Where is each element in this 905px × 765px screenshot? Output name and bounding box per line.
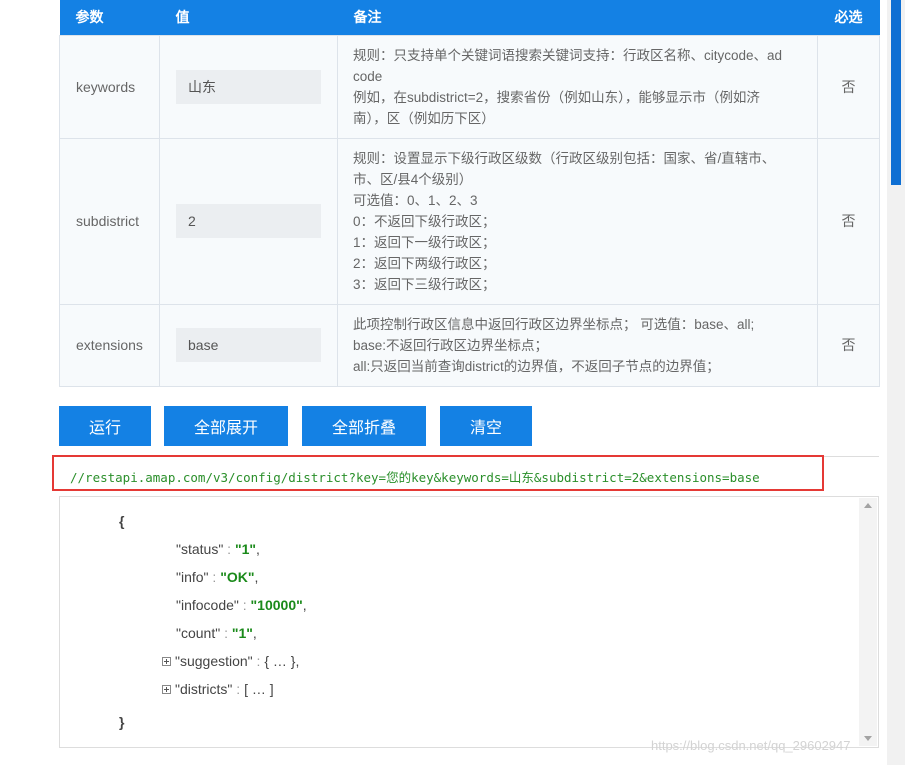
run-button[interactable]: 运行: [59, 406, 151, 446]
value-cell: [159, 137, 338, 305]
param-name: keywords: [59, 34, 160, 139]
json-collapsed-object[interactable]: { … }: [264, 653, 295, 669]
parameter-table: 参数 值 备注 必选 keywords 规则：只支持单个关键词语搜索关键词支持：…: [59, 0, 880, 387]
scroll-down-arrow-icon[interactable]: [864, 736, 872, 741]
subdistrict-input[interactable]: [176, 204, 321, 238]
json-open-brace: {: [119, 513, 125, 529]
remark-line: 可选值：0、1、2、3: [353, 192, 478, 208]
json-comma: ,: [295, 653, 300, 669]
expand-toggle-icon[interactable]: [162, 684, 171, 694]
json-colon: :: [252, 653, 265, 669]
json-value: "OK": [220, 569, 255, 585]
page-scrollbar[interactable]: [887, 0, 905, 765]
json-scrollbar[interactable]: [859, 498, 877, 746]
json-comma: ,: [254, 569, 259, 585]
value-cell: [159, 303, 338, 387]
remark-cell: 规则：只支持单个关键词语搜索关键词支持：行政区名称、citycode、ad co…: [337, 34, 818, 139]
json-comma: ,: [302, 597, 307, 613]
json-key: "suggestion": [175, 653, 253, 669]
json-key: "infocode": [176, 597, 239, 613]
expand-all-button[interactable]: 全部展开: [164, 406, 288, 446]
table-row-extensions: extensions 此项控制行政区信息中返回行政区边界坐标点； 可选值：bas…: [59, 303, 880, 387]
json-key: "info": [176, 569, 209, 585]
remark-cell: 此项控制行政区信息中返回行政区边界坐标点； 可选值：base、all; base…: [337, 303, 818, 387]
json-value: "1": [234, 541, 257, 557]
json-collapsed-array[interactable]: [ … ]: [244, 681, 274, 697]
json-close-brace: }: [119, 714, 125, 730]
remark-line: 2：返回下两级行政区；: [353, 255, 496, 271]
remark-cell: 规则：设置显示下级行政区级数（行政区级别包括：国家、省/直辖市、 市、区/县4个…: [337, 137, 818, 305]
json-field-count: "count" : "1",: [176, 625, 257, 641]
url-highlight-box: [52, 455, 824, 491]
table-header-row: 参数 值 备注 必选: [59, 0, 880, 35]
expand-toggle-icon[interactable]: [162, 656, 171, 666]
json-key: "districts": [175, 681, 233, 697]
json-field-districts: "districts" : [ … ]: [162, 681, 274, 697]
remark-line: 3：返回下三级行政区；: [353, 276, 496, 292]
json-field-info: "info" : "OK",: [176, 569, 258, 585]
json-field-suggestion: "suggestion" : { … },: [162, 653, 299, 669]
keywords-input[interactable]: [176, 69, 321, 104]
remark-line: 南），区（例如历下区）: [353, 110, 495, 126]
collapse-all-button[interactable]: 全部折叠: [302, 406, 426, 446]
json-colon: :: [208, 569, 221, 585]
json-value: "1": [231, 625, 253, 641]
param-name: subdistrict: [59, 137, 160, 305]
json-key: "status": [176, 541, 224, 557]
json-key: "count": [176, 625, 221, 641]
value-cell: [159, 34, 338, 139]
page-scrollbar-thumb[interactable]: [891, 0, 901, 185]
watermark: https://blog.csdn.net/qq_29602947: [651, 738, 851, 753]
remark-line: 规则：设置显示下级行政区级数（行政区级别包括：国家、省/直辖市、: [353, 150, 776, 166]
remark-line: 此项控制行政区信息中返回行政区边界坐标点； 可选值：base、all;: [353, 316, 755, 332]
header-param: 参数: [59, 0, 160, 35]
remark-line: 规则：只支持单个关键词语搜索关键词支持：行政区名称、citycode、ad: [353, 47, 783, 63]
json-comma: ,: [252, 625, 257, 641]
json-comma: ,: [256, 541, 260, 557]
required-cell: 否: [817, 137, 880, 305]
header-value: 值: [159, 0, 338, 35]
remark-line: 例如，在subdistrict=2，搜索省份（例如山东），能够显示市（例如济: [353, 89, 760, 105]
required-cell: 否: [817, 303, 880, 387]
table-row-subdistrict: subdistrict 规则：设置显示下级行政区级数（行政区级别包括：国家、省/…: [59, 137, 880, 305]
json-colon: :: [223, 541, 235, 557]
scroll-up-arrow-icon[interactable]: [864, 503, 872, 508]
extensions-input[interactable]: [176, 328, 321, 362]
remark-line: all:只返回当前查询district的边界值，不返回子节点的边界值；: [353, 358, 720, 374]
table-row-keywords: keywords 规则：只支持单个关键词语搜索关键词支持：行政区名称、cityc…: [59, 34, 880, 139]
json-field-status: "status" : "1",: [176, 541, 260, 557]
required-cell: 否: [817, 34, 880, 139]
json-colon: :: [238, 597, 251, 613]
json-colon: :: [232, 681, 245, 697]
remark-line: base:不返回行政区边界坐标点；: [353, 337, 549, 353]
header-required: 必选: [817, 0, 880, 35]
json-response-panel: [59, 496, 879, 748]
clear-button[interactable]: 清空: [440, 406, 532, 446]
remark-line: 0：不返回下级行政区；: [353, 213, 496, 229]
param-name: extensions: [59, 303, 160, 387]
json-field-infocode: "infocode" : "10000",: [176, 597, 307, 613]
remark-line: 市、区/县4个级别）: [353, 171, 473, 187]
remark-line: 1：返回下一级行政区；: [353, 234, 496, 250]
remark-line: code: [353, 68, 383, 84]
json-colon: :: [220, 625, 232, 641]
json-value: "10000": [250, 597, 303, 613]
header-remark: 备注: [337, 0, 818, 35]
